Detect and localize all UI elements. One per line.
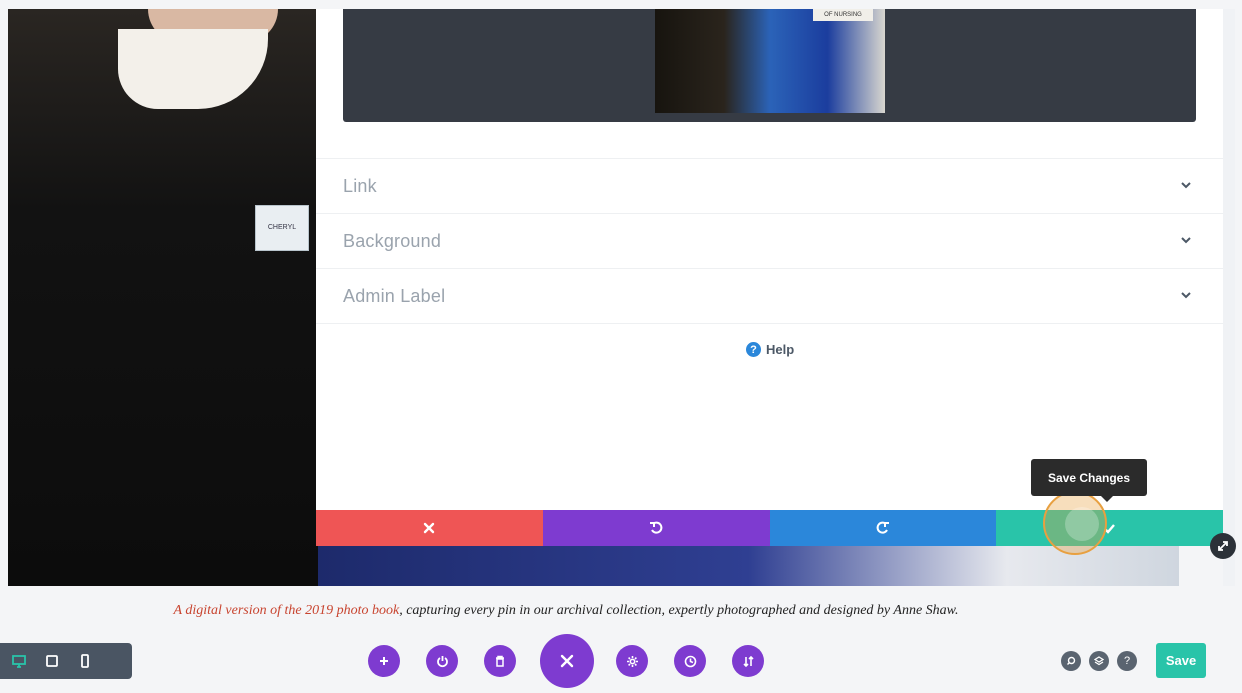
- image-preview[interactable]: OF NURSING: [655, 9, 885, 113]
- help-label: Help: [766, 342, 795, 357]
- preview-sign-text: OF NURSING: [813, 9, 873, 21]
- desktop-view-button[interactable]: [12, 654, 26, 668]
- save-changes-tooltip: Save Changes: [1031, 459, 1147, 502]
- undo-button[interactable]: [542, 510, 770, 546]
- desktop-icon: [12, 655, 26, 668]
- phone-view-button[interactable]: [78, 654, 92, 668]
- save-page-label: Save: [1165, 653, 1197, 668]
- chevron-down-icon: [1181, 292, 1191, 299]
- tablet-view-button[interactable]: [45, 654, 59, 668]
- resize-handle[interactable]: [1210, 533, 1236, 559]
- toggle-link-label: Link: [343, 175, 377, 196]
- tablet-icon: [46, 655, 58, 667]
- discard-changes-button[interactable]: [316, 510, 543, 546]
- toggle-admin-label-text: Admin Label: [343, 285, 446, 306]
- click-ripple-indicator: [1043, 491, 1107, 555]
- help-icon: ?: [1123, 655, 1131, 667]
- phone-icon: [81, 654, 89, 668]
- undo-icon: [650, 521, 663, 534]
- chevron-down-icon: [1181, 237, 1191, 244]
- power-icon: [436, 655, 448, 667]
- toggle-link[interactable]: Link: [316, 158, 1223, 213]
- layers-button[interactable]: [1089, 651, 1109, 671]
- close-builder-button[interactable]: [540, 634, 594, 688]
- help-link[interactable]: ? Help: [746, 342, 794, 357]
- search-icon: [1067, 656, 1076, 665]
- toggle-background[interactable]: Background: [316, 213, 1223, 268]
- delete-button[interactable]: [484, 645, 516, 677]
- plus-icon: [380, 657, 388, 665]
- sort-icon: [742, 655, 754, 667]
- search-button[interactable]: [1061, 651, 1081, 671]
- trash-icon: [496, 655, 504, 667]
- page-settings-button[interactable]: [616, 645, 648, 677]
- help-button[interactable]: ?: [1117, 651, 1137, 671]
- caption-link[interactable]: A digital version of the 2019 photo book: [174, 603, 400, 618]
- view-mode-bar: [0, 643, 132, 679]
- add-module-button[interactable]: [368, 645, 400, 677]
- history-button[interactable]: [674, 645, 706, 677]
- display-table: [318, 546, 1179, 586]
- image-preview-panel: OF NURSING: [343, 9, 1196, 122]
- caption-text: , capturing every pin in our archival co…: [399, 603, 959, 618]
- name-badge: CHERYL: [255, 205, 309, 251]
- save-page-button[interactable]: Save: [1156, 643, 1206, 678]
- redo-button[interactable]: [769, 510, 997, 546]
- toggle-background-label: Background: [343, 230, 442, 251]
- disable-button[interactable]: [426, 645, 458, 677]
- redo-icon: [876, 521, 889, 534]
- resize-icon: [1218, 541, 1228, 551]
- question-icon: ?: [746, 342, 761, 357]
- close-icon: [424, 522, 435, 534]
- page-caption: A digital version of the 2019 photo book…: [0, 603, 1132, 619]
- history-icon: [684, 655, 696, 667]
- toggle-admin-label[interactable]: Admin Label: [316, 268, 1223, 324]
- gear-icon: [626, 655, 638, 667]
- tooltip-text: Save Changes: [1047, 470, 1131, 485]
- close-icon: [560, 654, 574, 668]
- page-edge-strip: [1223, 9, 1235, 586]
- save-changes-button[interactable]: [996, 510, 1223, 546]
- portability-button[interactable]: [732, 645, 764, 677]
- layers-icon: [1094, 656, 1104, 666]
- chevron-down-icon: [1181, 182, 1191, 189]
